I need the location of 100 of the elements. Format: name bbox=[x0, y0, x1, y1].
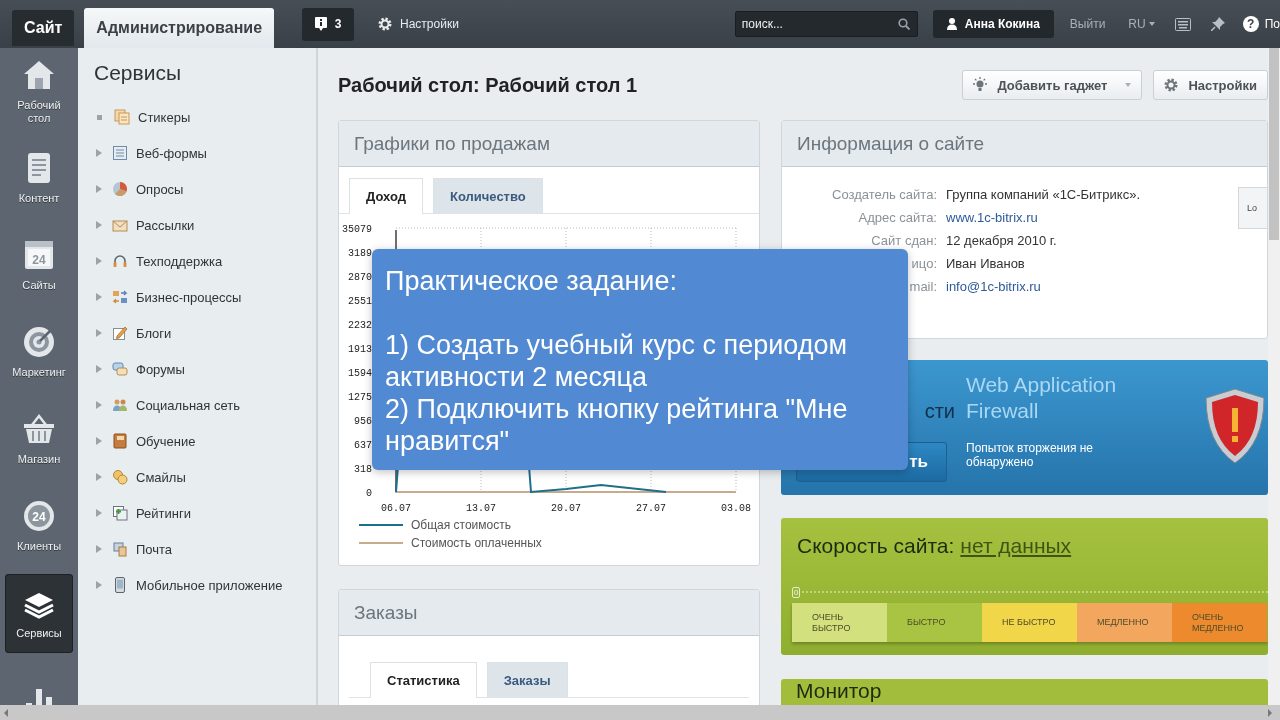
document-icon bbox=[28, 153, 50, 183]
service-item[interactable]: Почта bbox=[94, 531, 173, 567]
calendar-icon bbox=[25, 241, 53, 269]
speed-segment: ОЧЕНЬ МЕДЛЕННО bbox=[1172, 603, 1267, 642]
pie-chart-icon bbox=[112, 181, 128, 197]
tab[interactable]: Количество bbox=[432, 178, 543, 213]
help-icon: ? bbox=[1242, 16, 1259, 32]
nav-item[interactable]: Рабочий стол bbox=[5, 52, 73, 131]
headset-icon bbox=[112, 253, 128, 269]
gear-icon bbox=[1164, 78, 1179, 92]
arrows-icon bbox=[112, 289, 128, 305]
service-item[interactable]: Мобильное приложение bbox=[94, 567, 283, 603]
horizontal-scrollbar[interactable] bbox=[0, 705, 1280, 720]
service-item[interactable]: Стикеры bbox=[94, 99, 191, 135]
legend-label: Стоимость оплаченных bbox=[411, 536, 542, 550]
nav-item[interactable]: 24 Клиенты bbox=[5, 487, 73, 566]
field-value: 12 декабря 2010 г. bbox=[946, 233, 1057, 248]
service-item[interactable]: Бизнес-процессы bbox=[94, 279, 242, 315]
circle-icon bbox=[24, 501, 54, 531]
field-label: Сайт сдан: bbox=[870, 232, 937, 250]
circles-icon bbox=[112, 469, 128, 485]
tab[interactable]: Заказы bbox=[486, 662, 568, 697]
service-item[interactable]: Веб-формы bbox=[94, 135, 207, 171]
vertical-scrollbar[interactable] bbox=[1268, 48, 1280, 705]
service-item[interactable]: Рейтинги bbox=[94, 495, 191, 531]
basket-icon bbox=[24, 413, 54, 443]
axis-label: 956 bbox=[354, 416, 372, 427]
axis-label: 318 bbox=[354, 464, 372, 475]
nav-item[interactable]: Маркетинг bbox=[5, 313, 73, 392]
layers-icon bbox=[24, 593, 54, 619]
mailbox-icon bbox=[112, 541, 128, 557]
caret-icon bbox=[1125, 83, 1132, 87]
widget-header: Информация о сайте bbox=[782, 121, 1267, 167]
pin-icon[interactable] bbox=[1210, 17, 1225, 31]
site-link[interactable]: info@1c-bitrix.ru bbox=[946, 279, 1041, 294]
settings-button[interactable]: Настройки bbox=[372, 16, 465, 32]
pencil-icon bbox=[112, 325, 128, 341]
nav-item[interactable]: Магазин bbox=[5, 400, 73, 479]
task-item: 1) Создать учебный курс с периодом активности 2 месяца bbox=[385, 329, 849, 393]
service-item[interactable]: Техподдержка bbox=[94, 243, 223, 279]
top-tab[interactable]: Администрирование bbox=[84, 8, 275, 48]
shield-icon bbox=[1204, 388, 1266, 464]
caret-icon bbox=[1148, 22, 1155, 26]
service-item[interactable]: Социальная сеть bbox=[94, 387, 240, 423]
bar-chart-icon bbox=[26, 688, 52, 705]
axis-label: 1913 bbox=[348, 344, 372, 355]
field-label: mail: bbox=[908, 278, 937, 296]
page-title: Рабочий стол: Рабочий стол 1 bbox=[338, 73, 638, 97]
target-icon bbox=[24, 327, 54, 357]
user-button[interactable]: Анна Кокина bbox=[932, 10, 1054, 38]
nav-item[interactable]: Сервисы bbox=[5, 574, 73, 653]
top-tab[interactable]: Сайт bbox=[12, 10, 75, 46]
form-icon bbox=[112, 145, 128, 161]
scroll-left-icon[interactable] bbox=[4, 708, 8, 717]
notes-icon bbox=[114, 109, 130, 125]
axis-label: 1275 bbox=[348, 392, 372, 403]
nav-item[interactable]: Контент bbox=[5, 139, 73, 218]
axis-label: 2551 bbox=[348, 296, 372, 307]
axis-label: 2232 bbox=[348, 320, 372, 331]
axis-label: 20.07 bbox=[551, 503, 581, 514]
waf-title: Web Application Firewall bbox=[966, 372, 1118, 424]
scroll-thumb[interactable] bbox=[1269, 48, 1279, 240]
logout-link[interactable]: Выйти bbox=[1069, 17, 1106, 31]
service-item[interactable]: Форумы bbox=[94, 351, 185, 387]
service-item[interactable]: Блоги bbox=[94, 315, 172, 351]
language-menu[interactable]: RU bbox=[1128, 17, 1155, 31]
axis-label: 0 bbox=[366, 488, 372, 499]
speed-link[interactable]: нет данных bbox=[960, 534, 1072, 558]
phone-icon bbox=[112, 577, 128, 593]
service-item[interactable]: Рассылки bbox=[94, 207, 195, 243]
speed-segment: МЕДЛЕННО bbox=[1077, 603, 1172, 642]
tab[interactable]: Доход bbox=[349, 178, 423, 214]
tab[interactable]: Статистика bbox=[370, 662, 477, 698]
service-item[interactable]: Опросы bbox=[94, 171, 184, 207]
logo-button[interactable]: Lo bbox=[1238, 187, 1267, 229]
axis-label: 2870 bbox=[348, 272, 372, 283]
legend-label: Общая стоимость bbox=[411, 518, 511, 532]
panel-title: Скорость сайта: bbox=[797, 533, 955, 559]
search-field[interactable]: поиск... bbox=[734, 11, 918, 37]
task-item: 2) Подключить кнопку рейтинга "Мне нравится" bbox=[385, 393, 849, 457]
axis-label: 637 bbox=[354, 440, 372, 451]
nav-item[interactable]: 24 Сайты bbox=[5, 226, 73, 305]
person-icon bbox=[946, 18, 957, 30]
help-button[interactable]: ? По bbox=[1242, 16, 1280, 32]
speed-segment: НЕ БЫСТРО bbox=[982, 603, 1077, 642]
toolbar-button[interactable]: Настройки bbox=[1153, 70, 1268, 100]
scroll-right-icon[interactable] bbox=[1268, 708, 1272, 717]
service-item[interactable]: Обучение bbox=[94, 423, 196, 459]
service-item[interactable]: Смайлы bbox=[94, 459, 186, 495]
field-label: Адрес сайта: bbox=[857, 209, 937, 227]
site-link[interactable]: www.1c-bitrix.ru bbox=[946, 210, 1038, 225]
field-value: Группа компаний «1С-Битрикс». bbox=[946, 187, 1140, 202]
axis-label: 27.07 bbox=[636, 503, 666, 514]
axis-label: 1594 bbox=[348, 368, 372, 379]
toolbar-button[interactable]: Добавить гаджет bbox=[962, 70, 1143, 100]
notifications-button[interactable]: 3 bbox=[302, 7, 355, 41]
axis-label: 03.08 bbox=[721, 503, 751, 514]
search-icon bbox=[897, 18, 910, 30]
axis-label: 06.07 bbox=[381, 503, 411, 514]
speed-segment: БЫСТРО bbox=[887, 603, 982, 642]
